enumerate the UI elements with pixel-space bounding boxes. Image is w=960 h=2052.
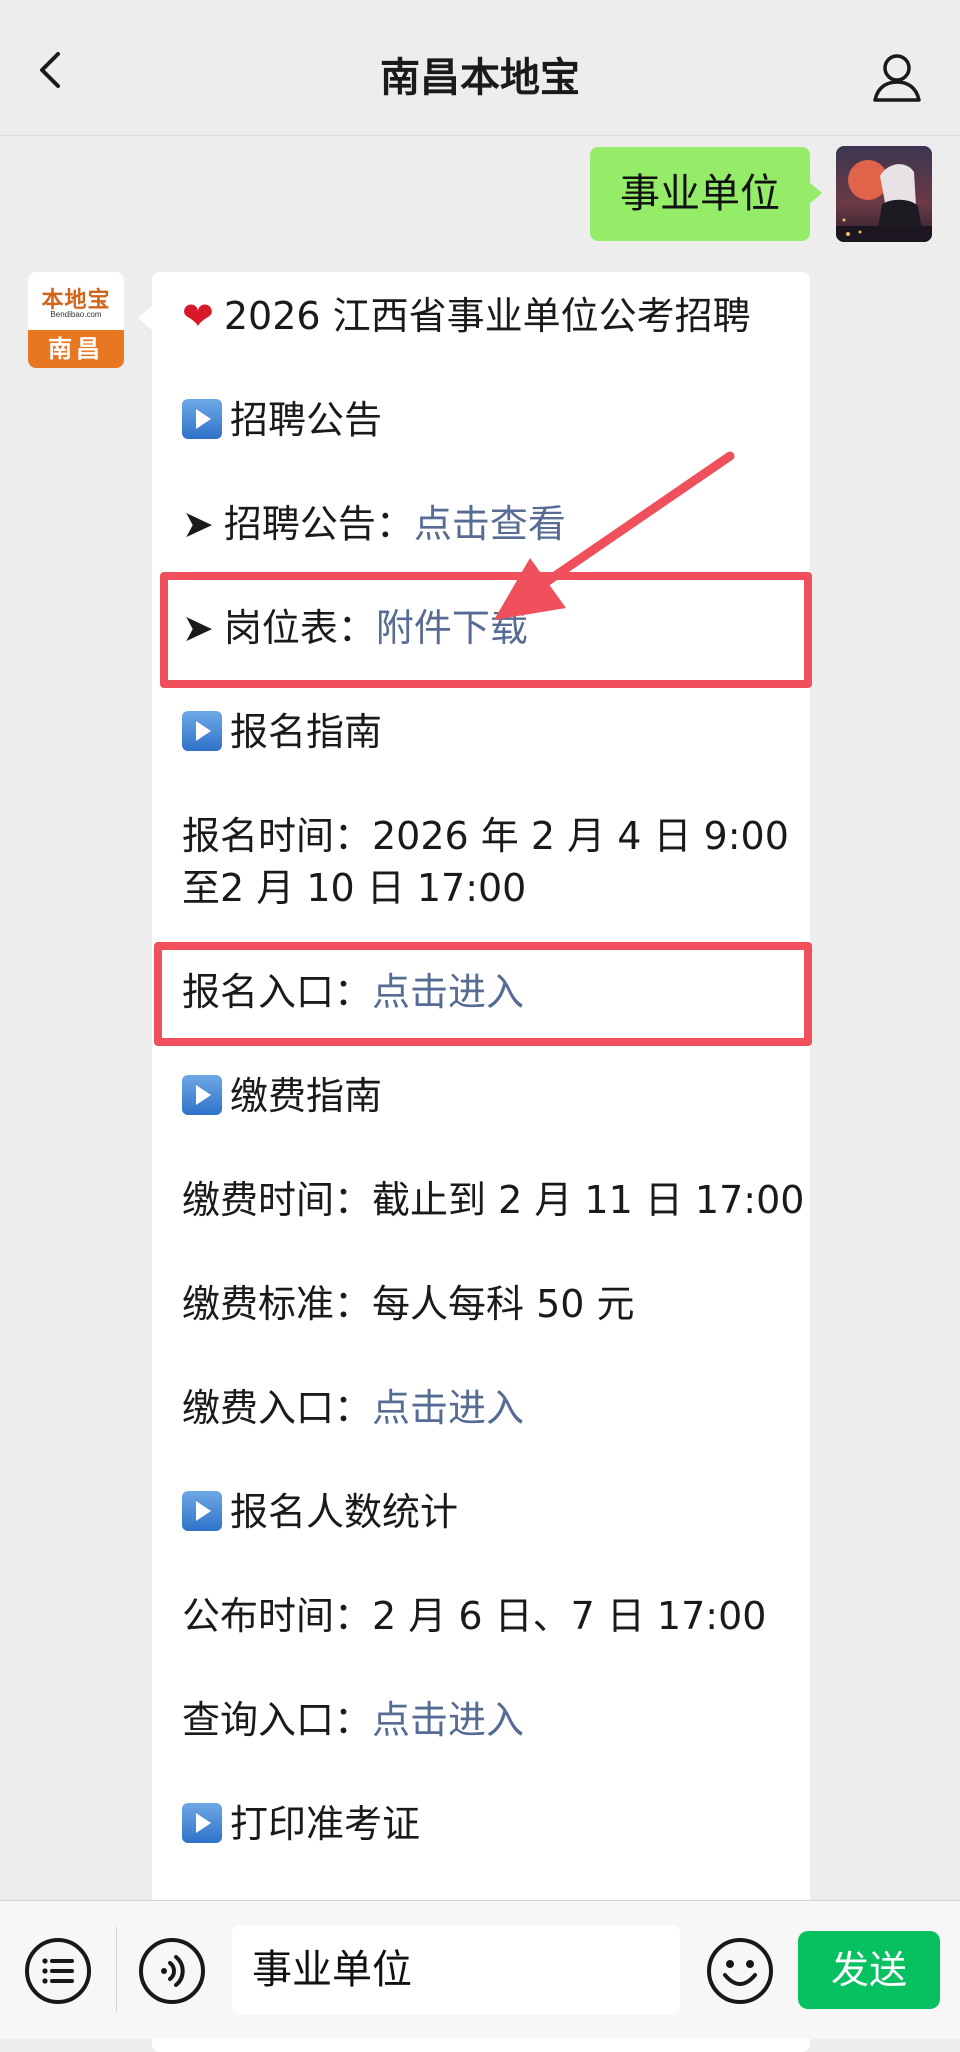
profile-icon[interactable] — [870, 50, 924, 104]
fee-entry-label: 缴费入口： — [182, 1386, 373, 1430]
section-recruit-label: 招聘公告 — [230, 398, 383, 442]
menu-list-icon[interactable] — [24, 1937, 92, 2005]
fee-entry-link[interactable]: 点击进入 — [372, 1386, 524, 1430]
annotation-arrow-icon — [494, 451, 735, 620]
logo-city: 南昌 — [28, 330, 124, 368]
section-stats: 报名人数统计 — [182, 1486, 458, 1538]
chat-title: 南昌本地宝 — [380, 55, 580, 101]
recruit-notice-label: 招聘公告： — [223, 502, 414, 546]
fee-standard: 缴费标准：每人每科 50 元 — [182, 1282, 635, 1326]
section-fee: 缴费指南 — [182, 1070, 382, 1122]
section-register-label: 报名指南 — [230, 710, 383, 754]
query-entry-link[interactable]: 点击进入 — [372, 1698, 524, 1742]
highlight-box-register-entry — [154, 942, 812, 1046]
fee-entry-line: 缴费入口：点击进入 — [182, 1382, 524, 1434]
outgoing-message[interactable]: 事业单位 — [590, 147, 822, 241]
publish-time: 公布时间：2 月 6 日、7 日 17:00 — [182, 1594, 767, 1638]
play-icon — [182, 1803, 222, 1843]
sender-avatar[interactable]: 本地宝 Bendibao.com 南昌 — [28, 272, 124, 368]
section-fee-label: 缴费指南 — [230, 1074, 383, 1118]
arrowhead-icon: ➤ — [182, 502, 214, 546]
section-print-label: 打印准考证 — [230, 1802, 421, 1846]
section-print: 打印准考证 — [182, 1798, 420, 1850]
section-recruit: 招聘公告 — [182, 394, 382, 446]
divider — [116, 1927, 117, 2013]
play-icon — [182, 399, 222, 439]
send-button[interactable]: 发送 — [798, 1931, 940, 2009]
section-stats-label: 报名人数统计 — [230, 1490, 459, 1534]
my-avatar[interactable] — [836, 146, 932, 242]
query-entry-label: 查询入口： — [182, 1698, 373, 1742]
play-icon — [182, 1491, 222, 1531]
logo-subtext: Bendibao.com — [50, 310, 102, 319]
input-bar: 事业单位 发送 — [0, 1900, 960, 2039]
section-register: 报名指南 — [182, 706, 382, 758]
voice-icon[interactable] — [138, 1937, 206, 2005]
chat-header: 南昌本地宝 — [0, 0, 960, 136]
query-entry-line: 查询入口：点击进入 — [182, 1694, 524, 1746]
register-time-line2: 至2 月 10 日 17:00 — [182, 866, 527, 910]
emoji-icon[interactable] — [706, 1937, 774, 2005]
message-heading-line: ❤ 2026 江西省事业单位公考招聘 — [182, 290, 751, 342]
bendibao-logo: 本地宝 Bendibao.com — [28, 272, 124, 330]
fee-time: 缴费时间：截止到 2 月 11 日 17:00 — [182, 1178, 805, 1222]
message-heading: 2026 江西省事业单位公考招聘 — [223, 294, 751, 338]
message-input[interactable]: 事业单位 — [232, 1925, 680, 2015]
play-icon — [182, 711, 222, 751]
heart-icon: ❤ — [182, 294, 214, 338]
play-icon — [182, 1075, 222, 1115]
register-time-line1: 报名时间：2026 年 2 月 4 日 9:00 — [182, 814, 789, 858]
